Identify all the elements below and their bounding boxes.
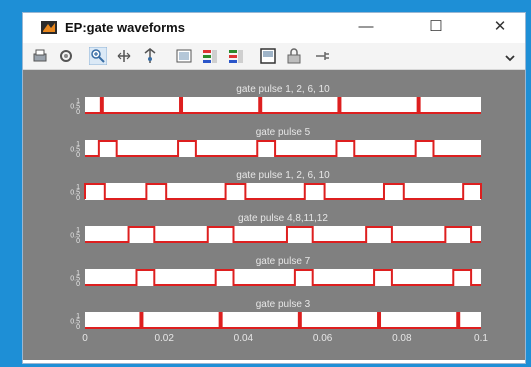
subplot-title: gate pulse 4,8,11,12 [238, 213, 328, 224]
title-bar: EP:gate waveforms — ☐ ✕ [23, 13, 525, 43]
subplot-title: gate pulse 5 [256, 127, 311, 138]
y-tick-label: 0 [76, 152, 80, 159]
subplot-title: gate pulse 1, 2, 6, 10 [236, 170, 330, 181]
hide-plot-tools-icon[interactable] [227, 47, 245, 65]
y-tick-label: 0 [76, 324, 80, 331]
pan-icon[interactable] [115, 47, 133, 65]
y-tick-label: 0 [76, 238, 80, 245]
link-icon[interactable] [57, 47, 75, 65]
axes-box [85, 226, 481, 243]
data-cursor-icon[interactable] [141, 47, 159, 65]
figure-canvas: gate pulse 1, 2, 6, 10 1 0.5 0 gate pulse 51… [23, 70, 525, 360]
axes-box [85, 97, 481, 114]
close-button[interactable]: ✕ [485, 17, 515, 37]
show-plot-tools-icon[interactable] [259, 47, 277, 65]
maximize-button[interactable]: ☐ [421, 17, 451, 37]
axes-box [85, 269, 481, 286]
y-tick-label: 0 [76, 109, 80, 116]
x-tick-label: 0.02 [154, 333, 174, 344]
insert-legend-icon[interactable] [201, 47, 219, 65]
x-tick-label: 0.04 [234, 333, 254, 344]
subplot-stack: gate pulse 1, 2, 6, 1010.50gate pulse 51… [70, 84, 488, 344]
zoom-in-icon[interactable] [89, 47, 107, 65]
x-tick-label: 0.1 [474, 333, 488, 344]
y-tick-label: 0 [76, 281, 80, 288]
subplot-title: gate pulse 3 [256, 299, 311, 310]
more-arrow-icon[interactable] [501, 47, 519, 65]
figure-window: EP:gate waveforms — ☐ ✕ gate pulse 1, 2,… [22, 12, 526, 364]
minimize-button[interactable]: — [351, 17, 381, 37]
x-tick-label: 0 [82, 333, 88, 344]
axes-box [85, 183, 481, 200]
x-tick-label: 0.08 [392, 333, 412, 344]
insert-colorbar-icon[interactable] [175, 47, 193, 65]
y-tick-label: 0 [76, 195, 80, 202]
print-icon[interactable] [31, 47, 49, 65]
matlab-app-icon [41, 21, 57, 34]
axes-box [85, 140, 481, 157]
axes-box [85, 312, 481, 329]
figure-toolbar [23, 43, 525, 70]
pin-icon[interactable] [313, 47, 331, 65]
window-title: EP:gate waveforms [65, 20, 185, 35]
subplot-title: gate pulse 1, 2, 6, 10 [236, 84, 330, 95]
subplot-title: gate pulse 7 [256, 256, 311, 267]
lock-icon[interactable] [285, 47, 303, 65]
x-tick-label: 0.06 [313, 333, 333, 344]
